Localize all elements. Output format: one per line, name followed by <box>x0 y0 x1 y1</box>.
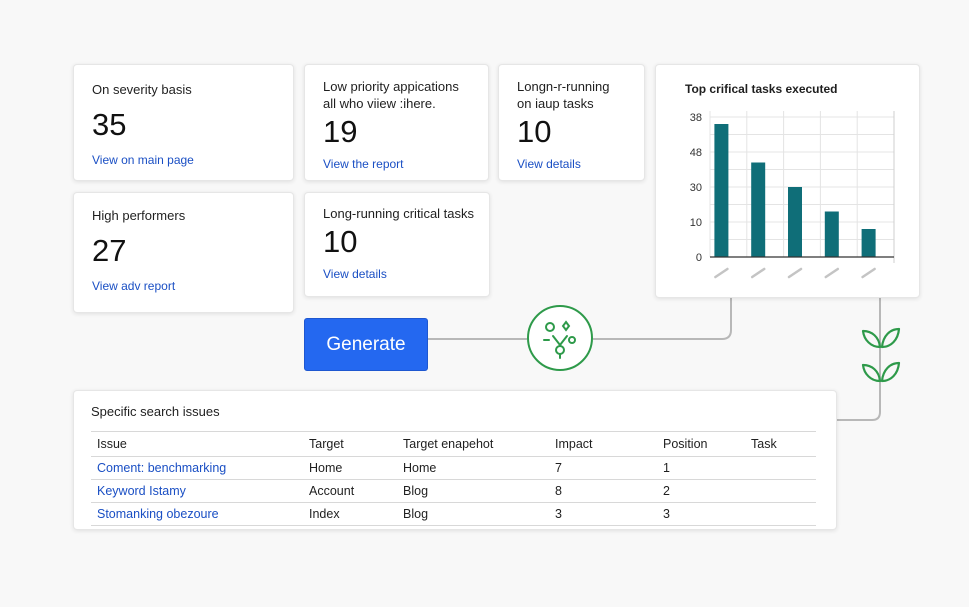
bar <box>714 124 729 257</box>
column-header-target: Target <box>303 431 397 457</box>
position-cell: 3 <box>657 502 745 526</box>
position-cell: 2 <box>657 479 745 503</box>
y-tick-label: 48 <box>690 147 702 159</box>
target-snapshot-cell: Home <box>397 456 549 480</box>
y-tick-label: 10 <box>690 217 702 229</box>
stat-card-value: 35 <box>92 107 127 142</box>
column-header-task: Task <box>745 431 816 457</box>
view-adv-report-link[interactable]: View adv report <box>92 279 175 293</box>
y-tick-label: 30 <box>690 182 702 194</box>
x-tick-label <box>714 267 729 279</box>
stat-card-title: Long-running critical tasks <box>323 206 475 221</box>
bar-chart: 0 10 30 48 38 <box>690 111 895 279</box>
stat-card-value: 10 <box>323 224 358 259</box>
impact-cell: 8 <box>549 479 657 503</box>
impact-cell: 3 <box>549 502 657 526</box>
issues-table: Issue Target Target enapehot Impact Posi… <box>91 431 816 526</box>
view-main-page-link[interactable]: View on main page <box>92 153 194 167</box>
stat-card-title-line1: Longn-r-running <box>517 79 610 94</box>
task-cell <box>745 456 816 480</box>
target-cell: Account <box>303 479 397 503</box>
stat-card-title-line1: Low priority appications <box>323 79 459 94</box>
table-row[interactable]: Stomanking obezoure Index Blog 3 3 <box>91 502 816 526</box>
issue-link[interactable]: Coment: benchmarking <box>91 456 303 480</box>
y-tick-label: 0 <box>696 252 702 264</box>
stat-card-value: 27 <box>92 233 127 268</box>
impact-cell: 7 <box>549 456 657 480</box>
target-snapshot-cell: Blog <box>397 502 549 526</box>
bar <box>861 229 876 257</box>
stat-card-low-priority: Low priority appications all who viiew :… <box>304 64 489 181</box>
bar <box>788 187 802 257</box>
stat-card-long-running-critical: Long-running critical tasks 10 View deta… <box>304 192 490 297</box>
table-row[interactable]: Coment: benchmarking Home Home 7 1 <box>91 456 816 480</box>
position-cell: 1 <box>657 456 745 480</box>
column-header-issue: Issue <box>91 431 303 457</box>
stat-card-high-performers: High performers 27 View adv report <box>73 192 294 313</box>
task-cell <box>745 502 816 526</box>
stat-card-severity: On severity basis 35 View on main page <box>73 64 294 181</box>
sprout-icon <box>861 327 901 349</box>
issue-link[interactable]: Keyword Istamy <box>91 479 303 503</box>
y-tick-label: 38 <box>690 112 702 124</box>
chart-card: Top crifical tasks executed 0 10 30 48 38 <box>655 64 920 298</box>
x-tick-label <box>824 267 840 279</box>
view-details-link[interactable]: View details <box>517 157 581 171</box>
table-title: Specific search issues <box>91 404 220 419</box>
stat-card-value: 10 <box>517 114 552 149</box>
column-header-target-snapshot: Target enapehot <box>397 431 549 457</box>
workflow-node-icon[interactable] <box>527 305 593 371</box>
stat-card-title: High performers <box>92 208 186 223</box>
x-tick-label <box>861 267 876 279</box>
target-cell: Home <box>303 456 397 480</box>
stat-card-title-line2: on iaup tasks <box>517 96 594 111</box>
x-tick-label <box>750 267 766 279</box>
stat-card-title-line2: all who viiew :ihere. <box>323 96 436 111</box>
issue-link[interactable]: Stomanking obezoure <box>91 502 303 526</box>
target-snapshot-cell: Blog <box>397 479 549 503</box>
branch-icon <box>543 320 576 359</box>
table-header-row: Issue Target Target enapehot Impact Posi… <box>91 431 816 457</box>
generate-button[interactable]: Generate <box>304 318 428 371</box>
stat-card-value: 19 <box>323 114 358 149</box>
stat-card-title: On severity basis <box>92 82 192 97</box>
sprout-icon <box>861 361 901 383</box>
column-header-impact: Impact <box>549 431 657 457</box>
stat-card-long-running: Longn-r-running on iaup tasks 10 View de… <box>498 64 645 181</box>
x-tick-label <box>787 267 803 279</box>
table-row[interactable]: Keyword Istamy Account Blog 8 2 <box>91 479 816 503</box>
column-header-position: Position <box>657 431 745 457</box>
view-details-link[interactable]: View details <box>323 267 387 281</box>
view-report-link[interactable]: View the report <box>323 157 404 171</box>
target-cell: Index <box>303 502 397 526</box>
search-issues-card: Specific search issues Issue Target Targ… <box>73 390 837 530</box>
bar <box>751 162 766 257</box>
task-cell <box>745 479 816 503</box>
bar <box>824 211 839 257</box>
